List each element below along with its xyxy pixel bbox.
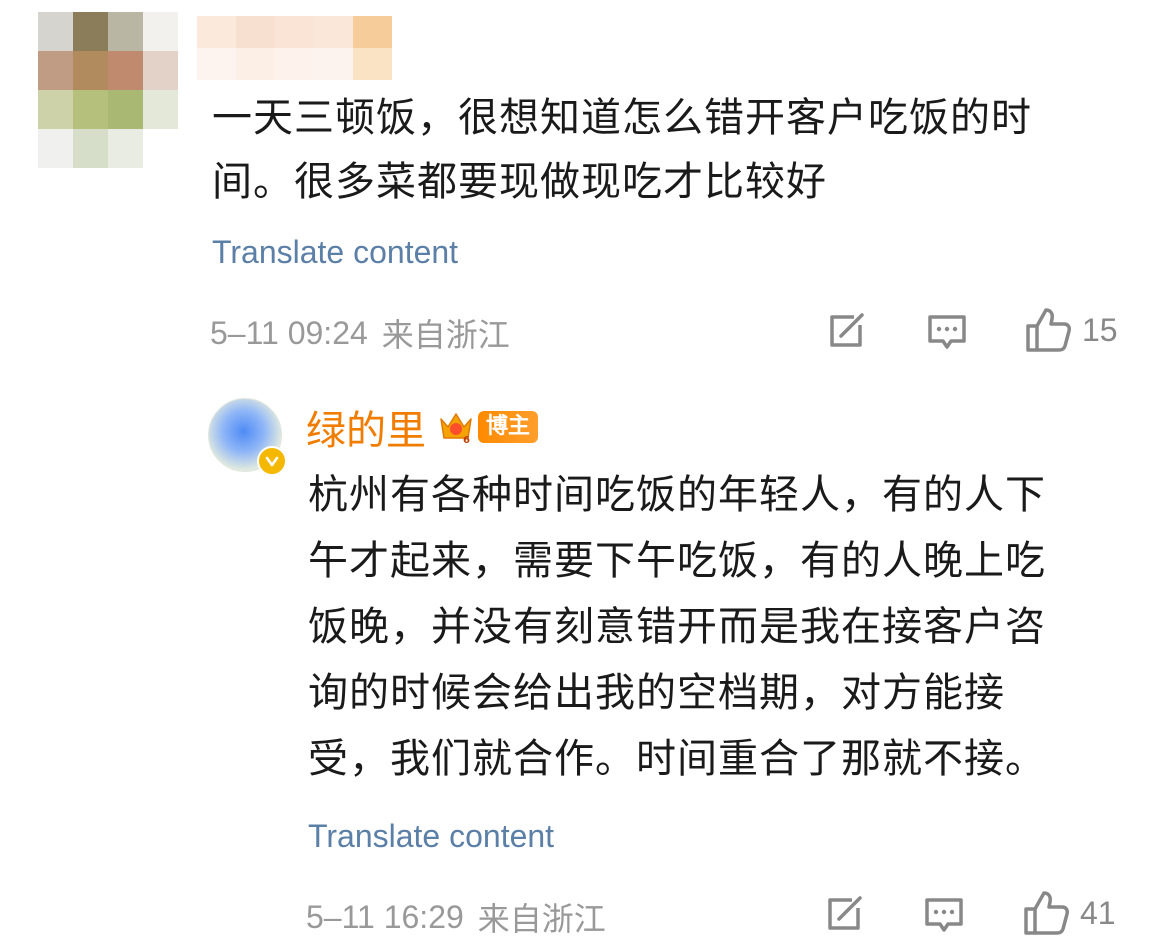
comment-meta: 5–11 09:24 来自浙江 [210, 310, 510, 356]
comment-location: 来自浙江 [381, 317, 510, 353]
translate-link[interactable]: Translate content [212, 234, 458, 271]
reply-meta: 5–11 16:29 来自浙江 [306, 894, 606, 940]
reply-location: 来自浙江 [477, 901, 606, 937]
crown-icon: 6 [440, 413, 472, 446]
like-icon [1024, 891, 1069, 935]
like-count: 15 [1082, 311, 1118, 348]
like-count: 41 [1080, 894, 1116, 931]
username-pixelated[interactable] [197, 16, 393, 80]
repost-icon [830, 313, 864, 347]
repost-icon [828, 896, 862, 930]
reply-timestamp: 5–11 16:29 [306, 898, 464, 935]
reply-text-line: 杭州有各种时间吃饭的年轻人，有的人下 [308, 472, 1046, 518]
reply-text-line: 受，我们就合作。时间重合了那就不接。 [308, 736, 1046, 782]
verified-badge-icon [257, 446, 287, 476]
reply-body: 杭州有各种时间吃饭的年轻人，有的人下 午才起来，需要下午吃饭，有的人晚上吃 饭晚… [308, 462, 1128, 792]
repost-button[interactable] [822, 892, 866, 940]
comment-icon [928, 315, 966, 349]
like-button[interactable]: 41 [1022, 889, 1116, 937]
comment-button[interactable] [922, 894, 966, 942]
blogger-badge-label: 博主 [478, 411, 539, 443]
reply-text-line: 午才起来，需要下午吃饭，有的人晚上吃 [308, 538, 1046, 584]
reply-author-name[interactable]: 绿的里 [306, 398, 426, 456]
translate-link[interactable]: Translate content [308, 818, 554, 855]
repost-button[interactable] [824, 309, 868, 357]
reply-text-line: 询的时候会给出我的空档期，对方能接 [308, 670, 1005, 716]
like-icon [1026, 308, 1071, 352]
comment-text-line: 间。很多菜都要现做现吃才比较好 [212, 159, 827, 205]
reply-header: 绿的里 6 博主 [306, 398, 539, 456]
comment-body: 一天三顿饭，很想知道怎么错开客户吃饭的时 间。很多菜都要现做现吃才比较好 [212, 86, 1132, 214]
svg-text:6: 6 [463, 435, 470, 446]
comment-text-line: 一天三顿饭，很想知道怎么错开客户吃饭的时 [212, 95, 1032, 141]
like-button[interactable]: 15 [1024, 306, 1118, 354]
avatar-pixelated[interactable] [38, 12, 178, 168]
blogger-badge: 6 博主 [436, 407, 539, 447]
comment-button[interactable] [925, 311, 969, 359]
reply-text-line: 饭晚，并没有刻意错开而是我在接客户咨 [308, 604, 1046, 650]
comment-icon [925, 898, 963, 932]
comment-timestamp: 5–11 09:24 [210, 314, 368, 351]
